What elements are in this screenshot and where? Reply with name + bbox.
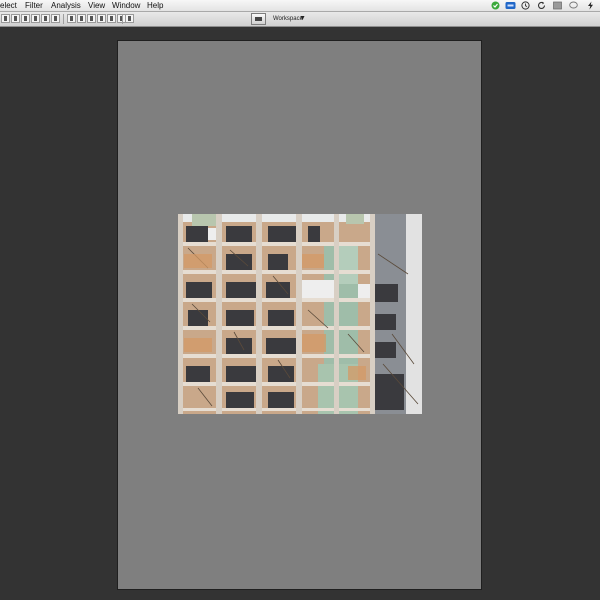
sync-icon[interactable] [537, 1, 546, 10]
menu-view[interactable]: View [88, 0, 105, 11]
align-horizontal-centers-button[interactable] [41, 14, 50, 23]
time-machine-icon[interactable] [521, 1, 530, 10]
align-bottom-edges-button[interactable] [21, 14, 30, 23]
align-left-edges-button[interactable] [31, 14, 40, 23]
menu-window[interactable]: Window [112, 0, 140, 11]
options-bar: Workspace ▼ [0, 12, 600, 27]
menu-select[interactable]: elect [0, 0, 17, 11]
screen-mode-icon[interactable] [251, 13, 266, 25]
screen-icon[interactable] [553, 1, 562, 10]
bubble-icon[interactable] [569, 1, 578, 10]
align-right-edges-button[interactable] [51, 14, 60, 23]
distribute-vcenter-button[interactable] [77, 14, 86, 23]
menu-analysis[interactable]: Analysis [51, 0, 81, 11]
notification-badge-icon[interactable] [505, 1, 516, 10]
evernote-icon[interactable] [491, 1, 500, 10]
distribute-top-button[interactable] [67, 14, 76, 23]
demolished-building-photo[interactable] [178, 214, 422, 414]
options-separator [63, 14, 64, 24]
chevron-down-icon[interactable]: ▼ [299, 14, 306, 24]
distribute-left-button[interactable] [97, 14, 106, 23]
menu-filter[interactable]: Filter [25, 0, 43, 11]
menu-bar: elect Filter Analysis View Window Help [0, 0, 600, 12]
align-vertical-centers-button[interactable] [11, 14, 20, 23]
lightning-icon[interactable] [586, 1, 595, 10]
distribute-bottom-button[interactable] [87, 14, 96, 23]
menu-help[interactable]: Help [147, 0, 163, 11]
options-separator [122, 14, 123, 24]
auto-align-layers-button[interactable] [125, 14, 134, 23]
distribute-hcenter-button[interactable] [107, 14, 116, 23]
align-top-edges-button[interactable] [1, 14, 10, 23]
